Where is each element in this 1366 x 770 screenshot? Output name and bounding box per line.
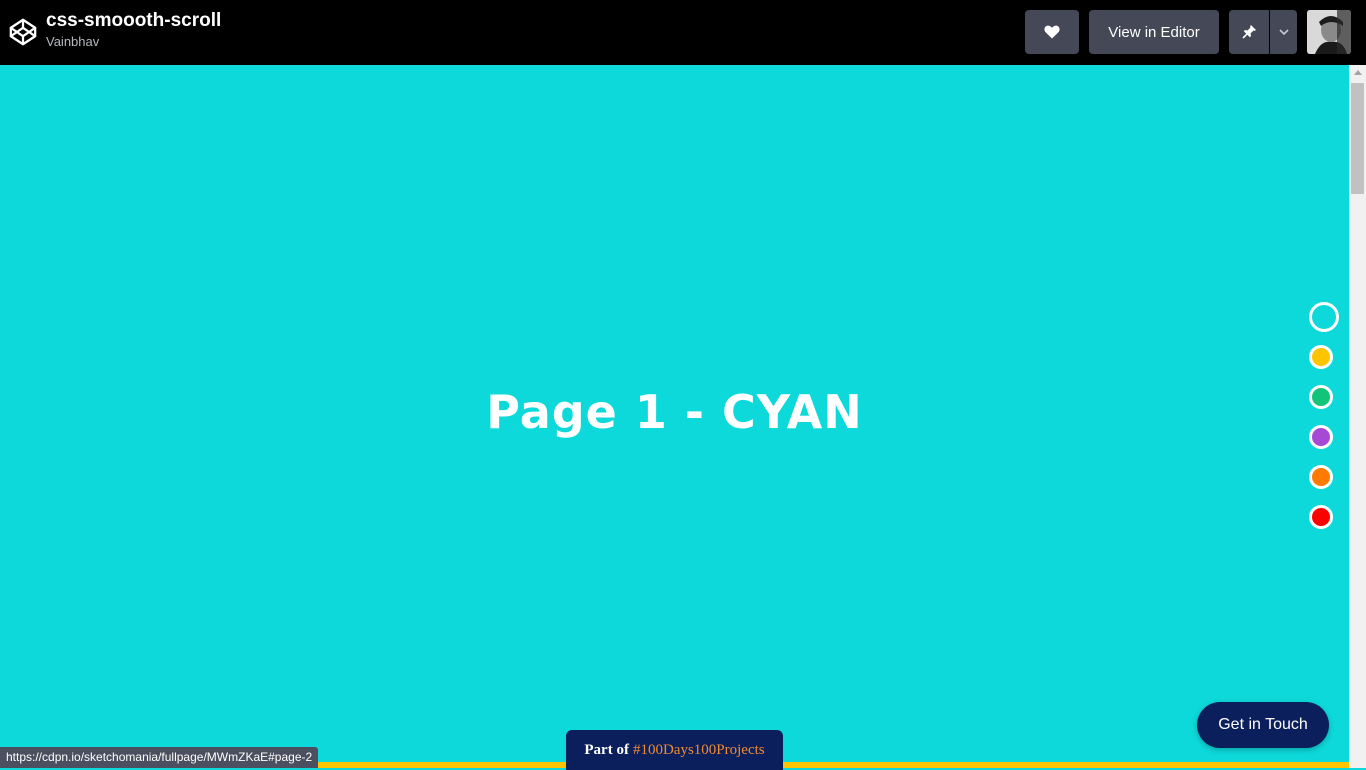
pin-icon — [1242, 25, 1256, 39]
pen-author[interactable]: Vainbhav — [46, 33, 221, 51]
scrollbar[interactable] — [1349, 65, 1366, 768]
nav-dot-3[interactable] — [1309, 385, 1333, 409]
part-of-badge[interactable]: Part of #100Days100Projects — [566, 730, 783, 770]
avatar-photo — [1307, 10, 1351, 54]
scroll-up-arrow-icon[interactable] — [1354, 70, 1362, 75]
user-avatar[interactable] — [1307, 10, 1351, 54]
nav-dot-2[interactable] — [1309, 345, 1333, 369]
scrollbar-thumb[interactable] — [1351, 83, 1364, 194]
nav-dot-5[interactable] — [1309, 465, 1333, 489]
nav-dot-6[interactable] — [1309, 505, 1333, 529]
chevron-down-icon — [1278, 29, 1289, 35]
pen-info: css-smoooth-scroll Vainbhav — [46, 9, 221, 51]
heart-icon — [1044, 25, 1060, 39]
codepen-logo-icon[interactable] — [8, 16, 38, 48]
pin-button[interactable] — [1229, 10, 1269, 54]
pen-title[interactable]: css-smoooth-scroll — [46, 9, 221, 33]
part-of-label: Part of — [584, 741, 629, 758]
top-bar: css-smoooth-scroll Vainbhav View in Edit… — [0, 0, 1366, 65]
pin-dropdown-button[interactable] — [1270, 10, 1297, 54]
nav-dot-4[interactable] — [1309, 425, 1333, 449]
nav-dot-1[interactable] — [1309, 302, 1339, 332]
project-hashtag[interactable]: #100Days100Projects — [633, 742, 765, 759]
view-in-editor-button[interactable]: View in Editor — [1089, 10, 1219, 54]
status-bar-url: https://cdpn.io/sketchomania/fullpage/MW… — [0, 747, 319, 768]
page-heading: Page 1 - CYAN — [486, 385, 863, 439]
get-in-touch-button[interactable]: Get in Touch — [1197, 702, 1329, 748]
like-button[interactable] — [1025, 10, 1079, 54]
